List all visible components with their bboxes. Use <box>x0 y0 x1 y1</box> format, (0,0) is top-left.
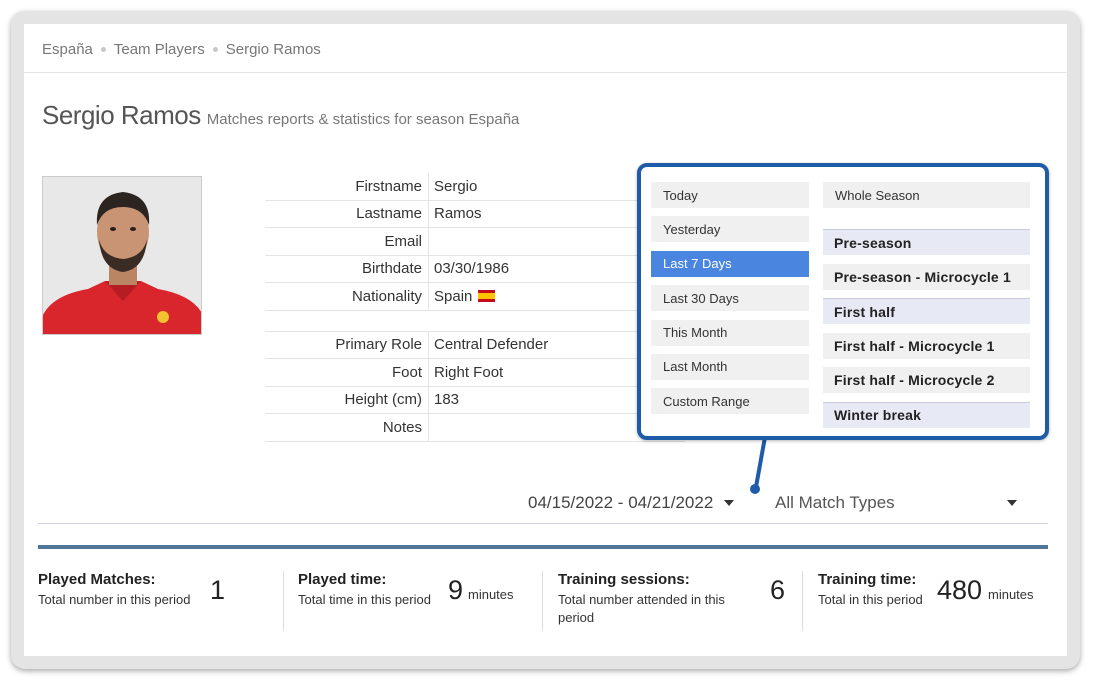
stat-value: 480 <box>937 575 983 605</box>
popup-connector <box>750 437 767 494</box>
stat-title: Played time: <box>298 571 387 588</box>
stat-value: 6 <box>770 575 786 605</box>
breadcrumb: España Team Players Sergio Ramos <box>42 41 321 58</box>
period-option-first-half-microcycle-2[interactable]: First half - Microcycle 2 <box>823 367 1030 394</box>
chevron-down-icon <box>724 500 735 506</box>
info-row-foot: Foot Right Foot <box>265 359 685 387</box>
stat-value: 1 <box>210 575 226 605</box>
range-option-today[interactable]: Today <box>651 182 809 208</box>
info-value: 183 <box>434 391 460 409</box>
stat-divider <box>283 571 284 631</box>
filter-bar: 04/15/2022 - 04/21/2022 All Match Types <box>38 489 1048 524</box>
info-label: Foot <box>265 359 429 386</box>
breadcrumb-item-player: Sergio Ramos <box>225 41 321 58</box>
info-value: Central Defender <box>434 336 549 354</box>
stat-title: Training sessions: <box>558 571 690 588</box>
breadcrumb-separator <box>212 47 218 52</box>
info-value: Ramos <box>434 205 482 223</box>
stat-divider <box>542 571 543 631</box>
period-option-first-half-microcycle-1[interactable]: First half - Microcycle 1 <box>823 332 1030 359</box>
breadcrumb-item-team-players[interactable]: Team Players <box>114 41 205 58</box>
match-type-value: All Match Types <box>775 493 895 512</box>
breadcrumb-separator <box>100 47 106 52</box>
stat-unit: minutes <box>988 587 1034 602</box>
page-subtitle: Matches reports & statistics for season … <box>206 111 520 128</box>
nationality-text: Spain <box>434 287 473 305</box>
period-option-pre-season-microcycle-1[interactable]: Pre-season - Microcycle 1 <box>823 263 1030 290</box>
info-value: 03/30/1986 <box>434 260 510 278</box>
period-option-first-half[interactable]: First half <box>823 298 1030 325</box>
info-value: Spain <box>429 287 496 305</box>
info-row-notes: Notes <box>265 414 685 442</box>
stat-title: Played Matches: <box>38 571 156 588</box>
match-type-select[interactable]: All Match Types <box>775 493 1031 513</box>
stat-unit: minutes <box>468 587 514 602</box>
info-value: Right Foot <box>434 363 504 381</box>
range-option-custom-range[interactable]: Custom Range <box>651 388 809 415</box>
stats-accent-bar <box>38 545 1048 549</box>
info-label: Birthdate <box>265 255 429 282</box>
stat-divider <box>802 571 803 631</box>
info-row-primary-role: Primary Role Central Defender <box>265 331 685 359</box>
player-name: Sergio Ramos <box>42 100 201 130</box>
date-range-value: 04/15/2022 - 04/21/2022 <box>528 493 714 512</box>
range-option-yesterday[interactable]: Yesterday <box>651 216 809 243</box>
range-option-last-month[interactable]: Last Month <box>651 353 809 380</box>
info-value: Sergio <box>434 177 478 195</box>
date-range-select[interactable]: 04/15/2022 - 04/21/2022 <box>528 493 735 513</box>
range-option-last-7-days[interactable]: Last 7 Days <box>651 250 809 277</box>
stats-row: Played Matches: Total number in this per… <box>38 571 1048 631</box>
info-label: Notes <box>265 414 429 441</box>
info-spacer <box>265 311 685 332</box>
preset-ranges-list: Today Yesterday Last 7 Days Last 30 Days… <box>651 182 809 423</box>
info-label: Firstname <box>265 173 429 200</box>
player-info-table: Firstname Sergio Lastname Ramos Email Bi… <box>265 173 685 442</box>
info-label: Height (cm) <box>265 386 429 413</box>
period-option-winter-break[interactable]: Winter break <box>823 401 1030 428</box>
stat-training-time: Training time: Total in this period 480 … <box>818 571 1048 631</box>
info-label: Email <box>265 228 429 255</box>
player-portrait-image <box>43 177 201 334</box>
spain-flag-icon <box>478 290 496 303</box>
range-option-whole-season[interactable]: Whole Season <box>823 182 1030 208</box>
range-option-this-month[interactable]: This Month <box>651 319 809 346</box>
season-periods-list: Whole Season Pre-season Pre-season - Mic… <box>823 182 1030 437</box>
chevron-down-icon <box>1007 500 1017 506</box>
stat-played-time: Played time: Total time in this period 9… <box>298 571 528 631</box>
stat-played-matches: Played Matches: Total number in this per… <box>38 571 268 631</box>
page-title: Sergio Ramos Matches reports & statistic… <box>42 100 519 131</box>
range-option-last-30-days[interactable]: Last 30 Days <box>651 285 809 312</box>
stat-description: Total number attended in this period <box>558 592 725 625</box>
stat-title: Training time: <box>818 571 917 588</box>
period-option-pre-season[interactable]: Pre-season <box>823 229 1030 255</box>
breadcrumb-item-country[interactable]: España <box>42 41 93 58</box>
info-row-birthdate: Birthdate 03/30/1986 <box>265 255 685 283</box>
header-divider <box>24 72 1067 73</box>
info-row-height: Height (cm) 183 <box>265 386 685 414</box>
stat-training-sessions: Training sessions: Total number attended… <box>558 571 788 631</box>
info-label: Primary Role <box>265 331 429 358</box>
player-photo <box>42 176 202 335</box>
info-row-nationality: Nationality Spain <box>265 283 685 311</box>
stat-description: Total number in this period <box>38 592 191 607</box>
stat-value: 9 <box>448 575 464 605</box>
info-row-lastname: Lastname Ramos <box>265 200 685 228</box>
info-row-firstname: Firstname Sergio <box>265 173 685 201</box>
info-row-email: Email <box>265 228 685 256</box>
info-label: Nationality <box>265 283 429 310</box>
info-label: Lastname <box>265 200 429 227</box>
date-range-picker-popup: Today Yesterday Last 7 Days Last 30 Days… <box>637 163 1049 440</box>
